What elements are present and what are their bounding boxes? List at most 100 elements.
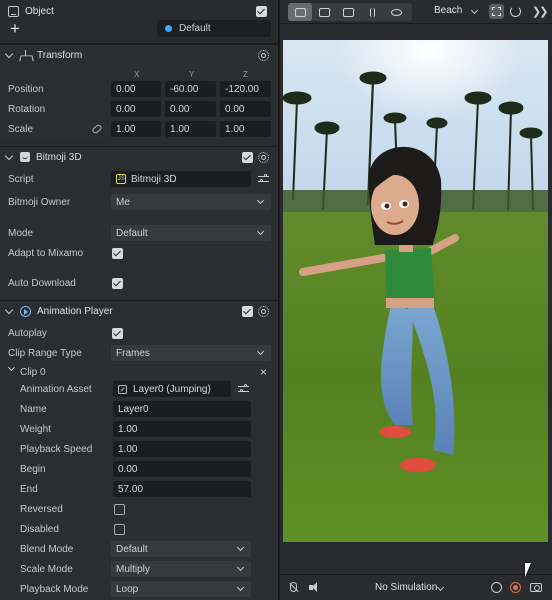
animation-asset-value: Layer0 (Jumping) — [133, 383, 211, 395]
chevron-down-icon — [256, 196, 265, 205]
object-title-row: Object — [8, 6, 54, 17]
animation-player-enabled-checkbox[interactable] — [242, 305, 253, 317]
disabled-row: Disabled — [0, 520, 278, 538]
preview-render — [283, 40, 548, 542]
axis-y-label: Y — [189, 70, 195, 79]
mode-row: Mode Default — [0, 224, 278, 242]
camera-view-button[interactable] — [312, 3, 336, 21]
clip-range-row: Clip Range Type Frames — [0, 344, 278, 362]
rotation-y-field[interactable]: 0.00 — [165, 101, 216, 117]
blend-mode-row: Blend Mode Default — [0, 540, 278, 558]
owner-dropdown[interactable]: Me — [111, 194, 271, 210]
rotation-x-field[interactable]: 0.00 — [111, 101, 161, 117]
layer-name: Default — [179, 23, 211, 34]
animation-asset-field[interactable]: Layer0 (Jumping) — [113, 381, 231, 397]
scene-view-button[interactable] — [288, 3, 312, 21]
animation-player-header[interactable]: Animation Player — [0, 301, 278, 321]
camera-capture-icon[interactable] — [530, 583, 542, 592]
position-row: Position 0.00 -60.00 -120.00 — [0, 80, 278, 98]
mixamo-checkbox[interactable] — [112, 247, 123, 259]
link-icon[interactable] — [91, 123, 103, 135]
environment-dropdown[interactable]: Beach — [434, 5, 462, 16]
reload-icon[interactable] — [510, 6, 521, 17]
position-x-field[interactable]: 0.00 — [111, 81, 161, 97]
eye-icon — [390, 8, 402, 16]
animation-asset-icon — [118, 384, 127, 394]
microphone-off-icon[interactable] — [290, 582, 297, 592]
scale-mode-dropdown[interactable]: Multiply — [111, 561, 251, 577]
layer-selector[interactable]: Default — [157, 20, 271, 37]
end-field[interactable]: 57.00 — [113, 481, 251, 497]
weight-label: Weight — [20, 423, 51, 435]
preview-toolbar: Beach ❯❯ — [280, 0, 552, 24]
animation-player-title: Animation Player — [37, 305, 113, 317]
script-row: Script JS Bitmoji 3D — [0, 170, 278, 188]
focus-frame-icon[interactable] — [489, 4, 504, 19]
simulation-dropdown[interactable]: No Simulation — [375, 582, 437, 593]
scale-z-field[interactable]: 1.00 — [220, 121, 271, 137]
script-label: Script — [8, 173, 34, 185]
reversed-checkbox[interactable] — [114, 503, 125, 515]
object-enabled-checkbox[interactable] — [256, 6, 267, 17]
chevron-down-icon — [236, 583, 245, 592]
clip-name-label: Name — [20, 403, 47, 415]
bitmoji-enabled-checkbox[interactable] — [242, 151, 253, 163]
axis-x-label: X — [134, 70, 140, 79]
record-icon[interactable] — [510, 582, 521, 593]
gear-icon[interactable] — [258, 305, 269, 317]
end-label: End — [20, 483, 38, 495]
weight-field[interactable]: 1.00 — [113, 421, 251, 437]
transform-header[interactable]: Transform — [0, 45, 278, 65]
speaker-icon[interactable] — [309, 582, 320, 593]
begin-row: Begin 0.00 — [0, 460, 278, 478]
clip-title: Clip 0 — [20, 366, 46, 378]
chevron-down-icon — [256, 227, 265, 236]
preview-viewport[interactable] — [283, 40, 548, 542]
disabled-checkbox[interactable] — [114, 523, 125, 535]
chevron-double-right-icon[interactable]: ❯❯ — [532, 5, 548, 20]
share-icon[interactable] — [491, 582, 502, 593]
scale-y-field[interactable]: 1.00 — [165, 121, 216, 137]
visibility-button[interactable] — [384, 3, 408, 21]
gear-icon[interactable] — [258, 49, 269, 61]
preview-view-button[interactable] — [336, 3, 360, 21]
begin-label: Begin — [20, 463, 46, 475]
settings-sliders-icon[interactable] — [258, 174, 269, 184]
position-z-field[interactable]: -120.00 — [220, 81, 271, 97]
disabled-label: Disabled — [20, 523, 59, 535]
pause-button[interactable] — [360, 3, 384, 21]
position-y-field[interactable]: -60.00 — [165, 81, 216, 97]
scale-row: Scale 1.00 1.00 1.00 — [0, 120, 278, 138]
scale-label: Scale — [8, 123, 34, 135]
clip-header-row[interactable]: Clip 0 × — [0, 363, 278, 381]
playback-mode-dropdown[interactable]: Loop — [111, 581, 251, 597]
rotation-z-field[interactable]: 0.00 — [220, 101, 271, 117]
clip-range-dropdown[interactable]: Frames — [111, 345, 271, 361]
playback-speed-row: Playback Speed 1.00 — [0, 440, 278, 458]
blend-mode-dropdown[interactable]: Default — [111, 541, 251, 557]
owner-label: Bitmoji Owner — [8, 196, 71, 208]
mode-dropdown[interactable]: Default — [111, 225, 271, 241]
object-icon — [8, 6, 19, 17]
scale-x-field[interactable]: 1.00 — [111, 121, 161, 137]
begin-field[interactable]: 0.00 — [113, 461, 251, 477]
clip-name-field[interactable]: Layer0 — [113, 401, 251, 417]
chevron-down-icon — [436, 583, 445, 592]
playback-speed-field[interactable]: 1.00 — [113, 441, 251, 457]
autoplay-checkbox[interactable] — [112, 327, 123, 339]
axis-z-label: Z — [243, 70, 248, 79]
bitmoji-header[interactable]: Bitmoji 3D — [0, 147, 278, 167]
playback-speed-label: Playback Speed — [20, 443, 93, 455]
autodownload-checkbox[interactable] — [112, 277, 123, 289]
settings-sliders-icon[interactable] — [238, 384, 249, 394]
script-field[interactable]: JS Bitmoji 3D — [111, 171, 251, 187]
play-circle-icon — [20, 305, 31, 317]
add-component-button[interactable]: + — [10, 20, 20, 37]
close-icon[interactable]: × — [260, 365, 267, 379]
mode-label: Mode — [8, 227, 34, 239]
gear-icon[interactable] — [258, 151, 269, 163]
scale-mode-label: Scale Mode — [20, 563, 73, 575]
chevron-down-icon — [4, 49, 14, 58]
clip-range-value: Frames — [116, 347, 150, 359]
autodownload-row: Auto Download — [0, 274, 278, 292]
